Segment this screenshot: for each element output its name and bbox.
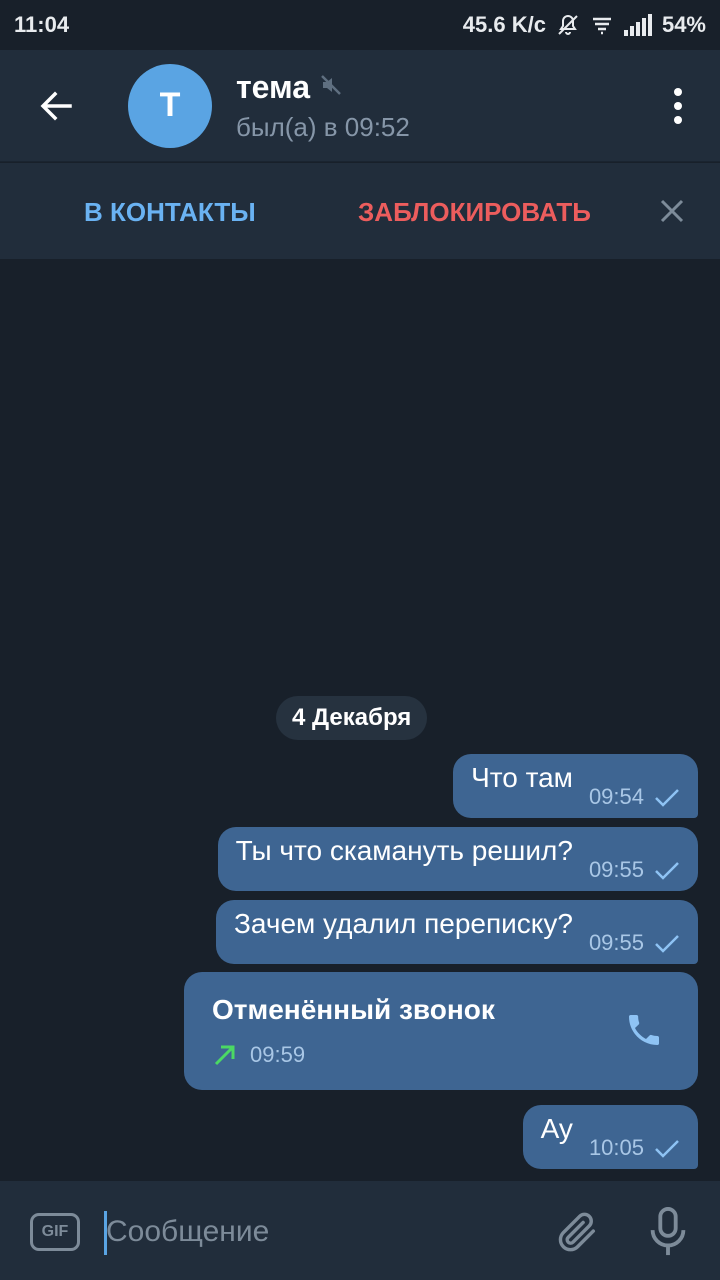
voice-message-button[interactable] (648, 1207, 688, 1257)
network-speed: 45.6 K/c (462, 12, 546, 37)
attach-button[interactable] (554, 1209, 600, 1255)
call-time: 09:59 (250, 1042, 306, 1067)
back-button[interactable] (28, 78, 84, 134)
message-time: 09:55 (588, 930, 644, 955)
chat-header: T тема был(а) в 09:52 (0, 50, 720, 162)
message-time: 09:55 (588, 857, 644, 882)
data-icon (590, 13, 614, 37)
message-input-bar: GIF (0, 1181, 720, 1280)
chat-title: тема (236, 68, 311, 105)
outgoing-arrow-icon (214, 1045, 235, 1066)
gif-button[interactable]: GIF (30, 1213, 80, 1251)
status-time: 11:04 (14, 12, 70, 37)
call-message-bubble[interactable]: Отменённый звонок 09:59 (184, 972, 698, 1090)
message-bubble[interactable]: Что там 09:54 (453, 754, 698, 818)
message-time: 10:05 (588, 1135, 644, 1160)
phone-icon (629, 1015, 659, 1045)
close-action-bar-button[interactable] (656, 195, 688, 227)
message-text: Ау (540, 1113, 573, 1144)
signal-icon (623, 14, 652, 36)
sent-check-icon (655, 862, 679, 880)
close-icon (660, 199, 684, 223)
notifications-off-icon (556, 13, 580, 37)
add-to-contacts-button[interactable]: В КОНТАКТЫ (84, 197, 256, 228)
battery-level: 54% (661, 12, 706, 37)
message-bubble[interactable]: Зачем удалил переписку? 09:55 (215, 900, 698, 964)
speaker-muted-icon (320, 74, 342, 101)
message-bubble[interactable]: Ты что скамануть решил? 09:55 (217, 827, 698, 891)
more-options-button[interactable] (666, 80, 690, 132)
chat-title-block[interactable]: тема был(а) в 09:52 (236, 69, 410, 143)
avatar[interactable]: T (128, 63, 212, 148)
status-indicators: 45.6 K/c 54% (463, 12, 706, 38)
message-text: Ты что скамануть решил? (235, 835, 573, 866)
message-text: Что там (471, 762, 573, 793)
contact-action-bar: В КОНТАКТЫ ЗАБЛОКИРОВАТЬ (0, 163, 720, 259)
sent-check-icon (655, 1140, 679, 1158)
block-user-button[interactable]: ЗАБЛОКИРОВАТЬ (358, 197, 591, 228)
status-bar: 11:04 45.6 K/c 54% (0, 0, 720, 50)
message-time: 09:54 (588, 784, 644, 809)
paperclip-icon (558, 1212, 596, 1252)
last-seen-status: был(а) в 09:52 (236, 111, 410, 142)
date-separator: 4 Декабря (276, 696, 428, 740)
call-status-title: Отменённый звонок (212, 994, 495, 1025)
microphone-icon (650, 1207, 686, 1256)
sent-check-icon (655, 935, 679, 953)
call-back-button[interactable] (624, 1010, 664, 1050)
message-text: Зачем удалил переписку? (233, 908, 573, 939)
more-vertical-icon (674, 88, 682, 96)
sent-check-icon (655, 789, 679, 807)
message-input[interactable] (106, 1207, 526, 1257)
message-bubble[interactable]: Ау 10:05 (522, 1105, 698, 1169)
back-arrow-icon (40, 91, 72, 120)
